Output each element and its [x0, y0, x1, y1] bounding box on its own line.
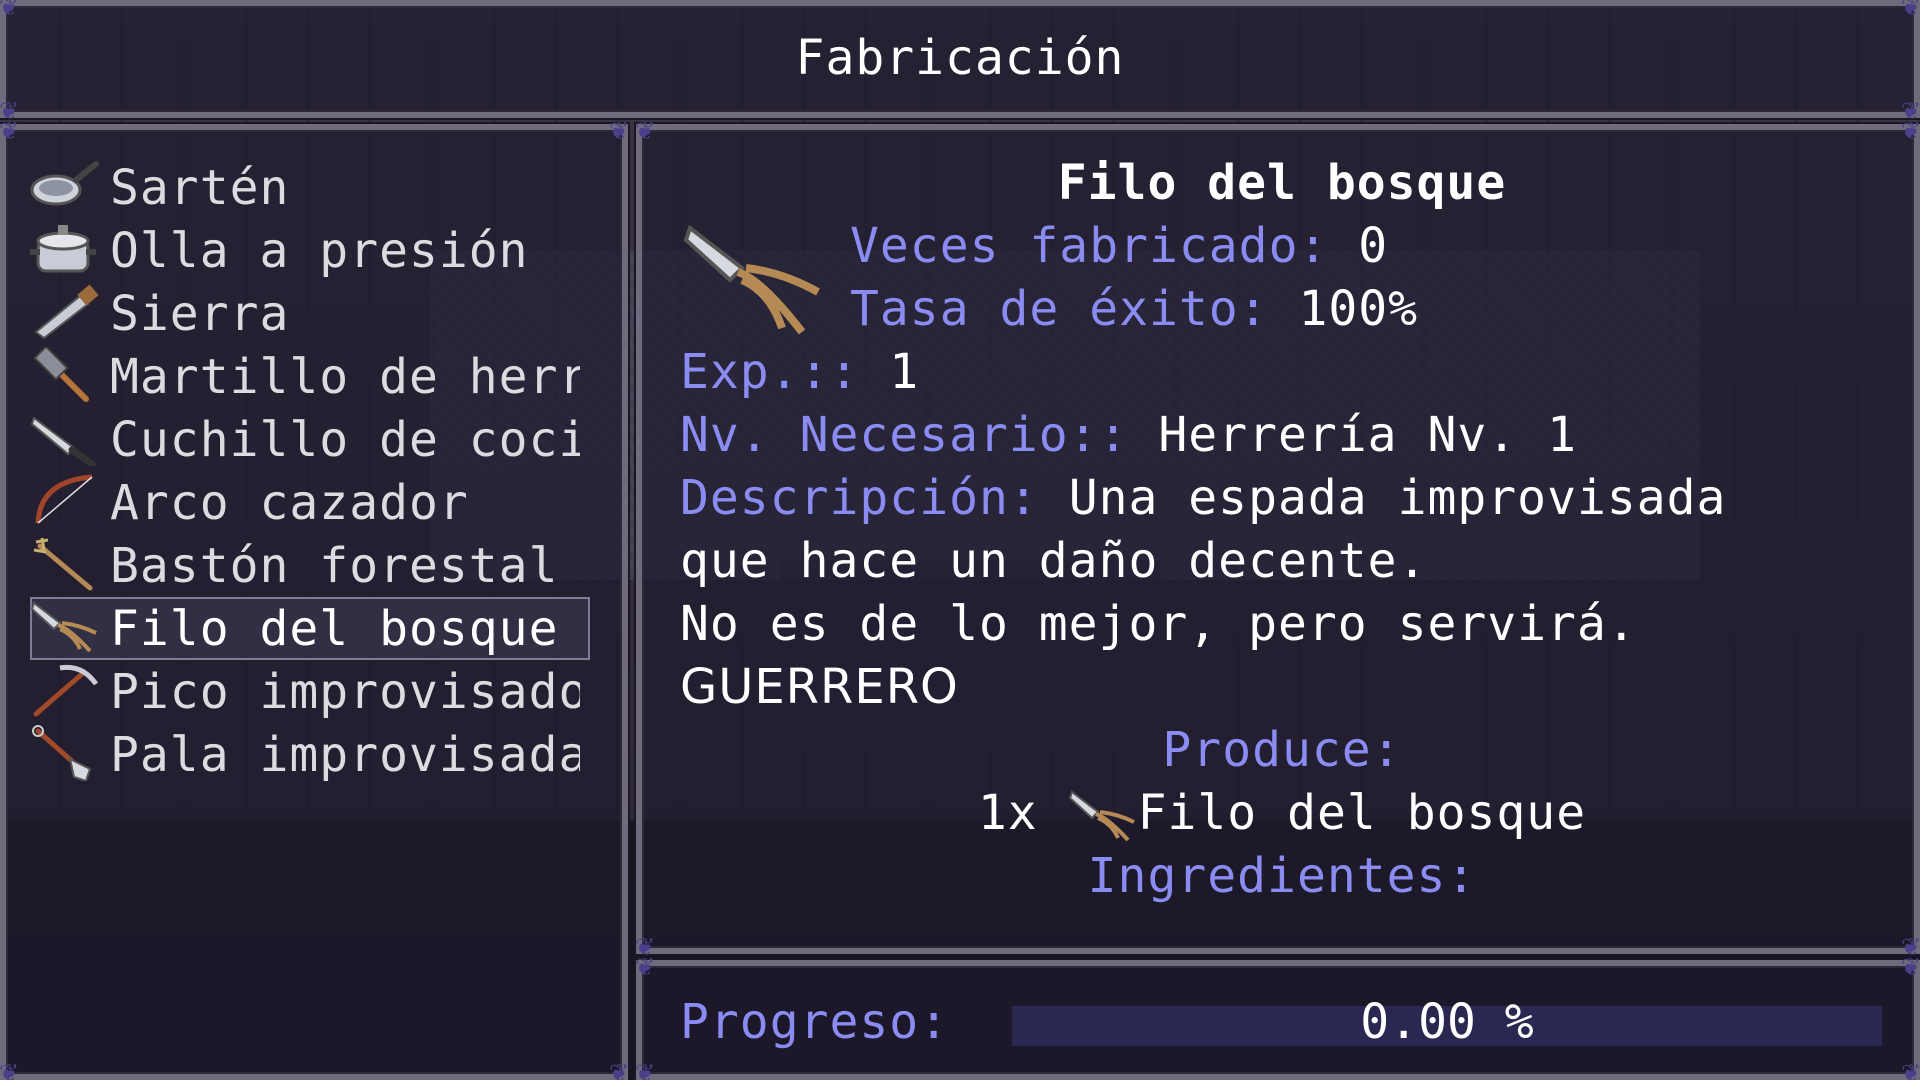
recipe-detail: Filo del bosque Veces fabricado: 0 Tasa …	[680, 152, 1884, 930]
recipe-item-pala[interactable]: Pala improvisada	[30, 723, 590, 786]
success-rate-value: 100%	[1298, 281, 1419, 337]
recipe-item-sarten[interactable]: Sartén	[30, 156, 590, 219]
corner-ornament-icon: ❦	[1900, 953, 1920, 981]
required-level-value: Herrería Nv. 1	[1158, 407, 1577, 463]
times-crafted-label: Veces fabricado:	[850, 218, 1329, 274]
knife-icon	[30, 410, 110, 470]
exp-row: Exp.:: 1	[680, 341, 1884, 404]
success-rate-label: Tasa de éxito:	[850, 281, 1269, 337]
recipe-item-cuchillo[interactable]: Cuchillo de cocina	[30, 408, 590, 471]
window-title: Fabricación	[795, 30, 1125, 86]
required-level-row: Nv. Necesario:: Herrería Nv. 1	[680, 404, 1884, 467]
title-window: ❦ ❦ ❦ ❦ Fabricación	[0, 0, 1920, 124]
bow-icon	[30, 473, 110, 533]
corner-ornament-icon: ❦	[1900, 117, 1920, 145]
progress-bar: 0.00 %	[1012, 994, 1882, 1050]
progress-value: 0.00 %	[1360, 994, 1534, 1050]
corner-ornament-icon: ❦	[634, 117, 656, 145]
produce-item-name: Filo del bosque	[1137, 785, 1587, 841]
corner-ornament-icon: ❦	[608, 117, 630, 145]
description-label: Descripción:	[680, 470, 1039, 526]
recipe-list-window: ❦ ❦ ❦ ❦ Sartén Olla a presión Sierra Mar	[0, 118, 629, 1080]
forest-blade-icon	[1068, 788, 1138, 844]
hammer-icon	[30, 345, 110, 407]
forest-blade-icon	[682, 220, 822, 340]
recipe-detail-window: ❦ ❦ ❦ ❦ Filo del bosque Veces fabricado:…	[635, 118, 1920, 960]
recipe-item-pico[interactable]: Pico improvisado	[30, 660, 590, 723]
success-rate-row: Tasa de éxito: 100%	[680, 278, 1884, 341]
description-row: Descripción: Una espada improvisada	[680, 467, 1884, 530]
recipe-item-sierra[interactable]: Sierra	[30, 282, 590, 345]
staff-icon	[30, 536, 110, 596]
corner-ornament-icon: ❦	[1900, 1059, 1920, 1080]
corner-ornament-icon: ❦	[0, 1059, 20, 1080]
shovel-icon	[30, 724, 110, 785]
corner-ornament-icon: ❦	[634, 1059, 656, 1080]
saw-icon	[30, 283, 110, 344]
times-crafted-value: 0	[1358, 218, 1389, 274]
recipe-list: Sartén Olla a presión Sierra Martillo de…	[30, 156, 590, 786]
progress-label: Progreso:	[680, 994, 950, 1050]
pickaxe-icon	[30, 662, 110, 722]
recipe-item-arco[interactable]: Arco cazador	[30, 471, 590, 534]
ingredients-label: Ingredientes:	[1087, 848, 1477, 904]
forest-blade-icon	[30, 599, 110, 659]
produce-row: 1x Filo del bosque	[680, 782, 1884, 845]
recipe-item-baston[interactable]: Bastón forestal	[30, 534, 590, 597]
pressure-pot-icon	[30, 221, 110, 281]
produce-label: Produce:	[1162, 722, 1402, 778]
class-tag: GUERRERO	[680, 659, 959, 715]
corner-ornament-icon: ❦	[608, 1059, 630, 1080]
frying-pan-icon	[30, 158, 110, 218]
exp-label: Exp.::	[680, 344, 860, 400]
required-level-label: Nv. Necesario::	[680, 407, 1129, 463]
recipe-item-olla[interactable]: Olla a presión	[30, 219, 590, 282]
description-line-3: No es de lo mejor, pero servirá.	[680, 596, 1637, 652]
recipe-item-filo-del-bosque[interactable]: Filo del bosque	[30, 597, 590, 660]
exp-value: 1	[889, 344, 920, 400]
recipe-item-martillo[interactable]: Martillo de herrero	[30, 345, 590, 408]
produce-quantity: 1x	[977, 785, 1038, 841]
description-line-2: que hace un daño decente.	[680, 533, 1428, 589]
item-name: Filo del bosque	[1057, 155, 1507, 211]
corner-ornament-icon: ❦	[1900, 0, 1920, 21]
corner-ornament-icon: ❦	[0, 0, 20, 21]
corner-ornament-icon: ❦	[634, 953, 656, 981]
times-crafted-row: Veces fabricado: 0	[680, 215, 1884, 278]
corner-ornament-icon: ❦	[0, 117, 20, 145]
progress-window: ❦ ❦ ❦ ❦ Progreso: 0.00 %	[635, 954, 1920, 1080]
description-line-1: Una espada improvisada	[1068, 470, 1727, 526]
